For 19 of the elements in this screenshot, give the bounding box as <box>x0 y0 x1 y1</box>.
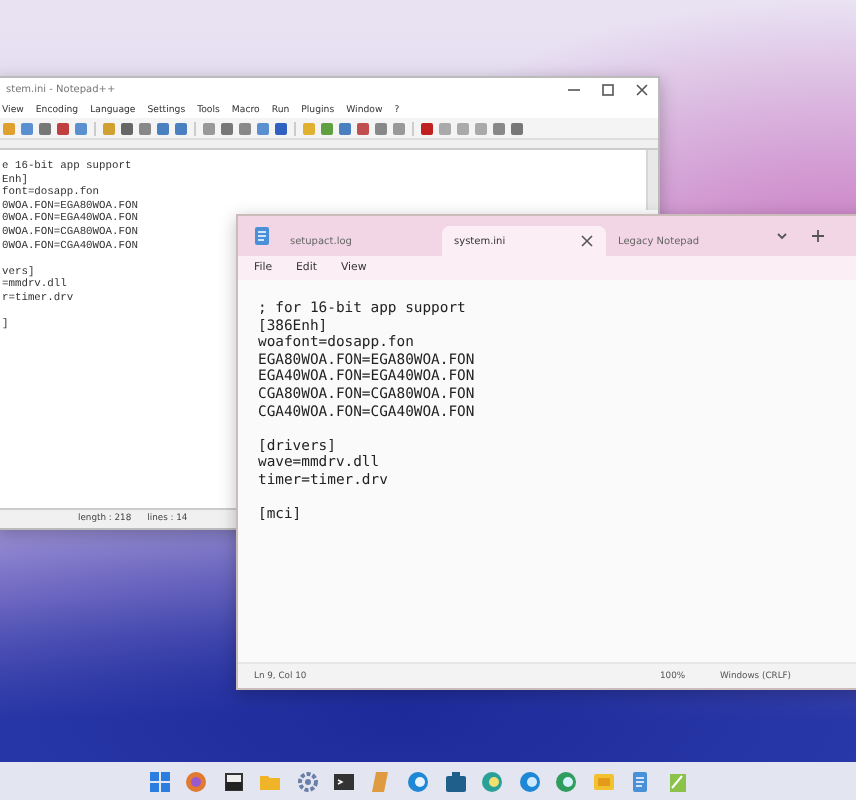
briefcase-icon[interactable] <box>443 769 467 793</box>
notepad-app-icon <box>254 226 270 246</box>
browser-icon[interactable] <box>554 769 578 793</box>
windows-logo-icon[interactable] <box>147 769 171 793</box>
chevron-down-icon[interactable] <box>774 228 790 244</box>
window-icon[interactable] <box>221 769 245 793</box>
scrollbar[interactable] <box>646 150 658 210</box>
browser-icon[interactable] <box>406 769 430 793</box>
gear-icon[interactable] <box>295 769 319 793</box>
close-tab-icon[interactable] <box>580 234 594 248</box>
paint-icon[interactable] <box>665 769 689 793</box>
browser-icon[interactable] <box>480 769 504 793</box>
new-tab-icon[interactable] <box>810 228 826 244</box>
terminal-icon[interactable] <box>332 769 356 793</box>
maximize-icon[interactable] <box>600 82 616 98</box>
colorful-circle-icon[interactable] <box>184 769 208 793</box>
notepad-icon[interactable] <box>628 769 652 793</box>
close-icon[interactable] <box>634 82 650 98</box>
browser-icon[interactable] <box>517 769 541 793</box>
